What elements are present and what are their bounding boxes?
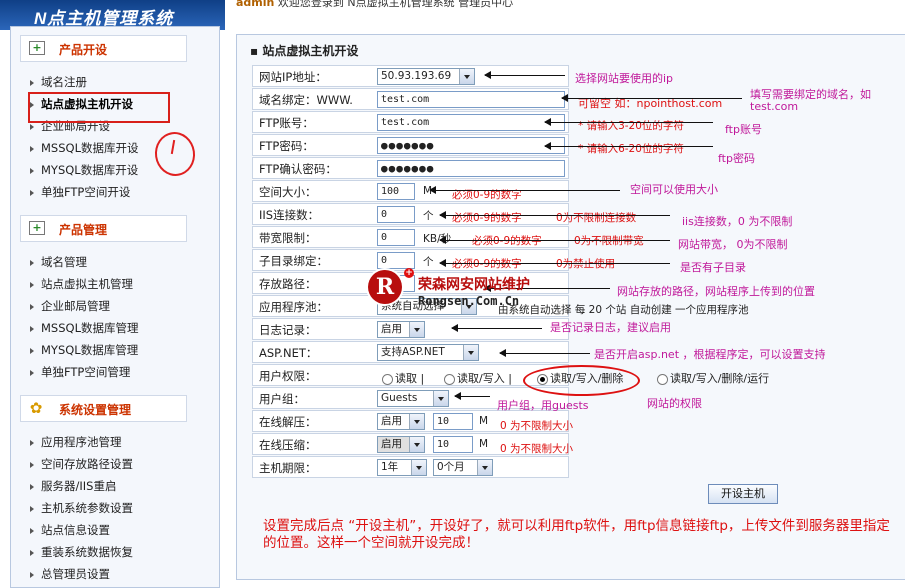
annotation-permission: 网站的权限 [647, 397, 702, 410]
row-ftp-account: FTP账号： test.com [252, 111, 569, 133]
sidebar-item-mssql-manage[interactable]: MSSQL数据库管理 [30, 319, 138, 337]
arrow [544, 142, 713, 150]
space-input[interactable]: 100 [377, 183, 415, 200]
user-group-select[interactable]: Guests [377, 390, 449, 407]
aspnet-select[interactable]: 支持ASP.NET [377, 344, 479, 361]
row-ip: 网站IP地址： 50.93.193.69 [252, 65, 569, 87]
annotation-aspnet: 是否开启asp.net ，根据程序定，可以设置支持 [594, 348, 826, 361]
pool-hint: 由系统自动选择 每 20 个站 自动创建 一个应用程序池 [498, 304, 749, 316]
highlight-box [28, 92, 170, 123]
section-product-manage: + 产品管理 [20, 215, 187, 242]
row-domain: 域名绑定：WWW. test.com [252, 88, 569, 110]
row-ftp-password-confirm: FTP确认密码： ●●●●●●● [252, 157, 569, 179]
zip-hint: 0 为不限制大小 [500, 443, 574, 455]
arrow [544, 118, 713, 126]
unzip-select[interactable]: 启用 [377, 413, 425, 430]
annotation-subdir: 是否有子目录 [680, 261, 746, 274]
row-aspnet: ASP.NET： 支持ASP.NET [252, 341, 569, 363]
period-month-select[interactable]: 0个月 [433, 459, 493, 476]
iis-hint2: 0为不限制连接数 [556, 212, 637, 224]
arrow [429, 186, 620, 194]
unzip-hint: 0 为不限制大小 [500, 420, 574, 432]
domain-input[interactable]: test.com [377, 91, 565, 108]
section-system-settings: ✿ 系统设置管理 [20, 395, 187, 422]
sidebar-item-admin[interactable]: 总管理员设置 [30, 565, 110, 583]
iis-input[interactable]: 0 [377, 206, 415, 223]
perm-full[interactable]: 读取/写入/删除/运行 [657, 370, 769, 386]
ftp-password-input[interactable]: ●●●●●●● [377, 137, 565, 154]
radio-icon [444, 373, 455, 385]
sidebar-item-mysql-manage[interactable]: MYSQL数据库管理 [30, 341, 138, 359]
watermark-logo: R [368, 270, 402, 304]
sidebar-item-vhost-manage[interactable]: 站点虚拟主机管理 [30, 275, 133, 293]
sidebar-item-ftp-manage[interactable]: 单独FTP空间管理 [30, 363, 130, 381]
plus-icon: + [404, 268, 414, 278]
sidebar-item-domain-register[interactable]: 域名注册 [30, 73, 87, 91]
zip-select[interactable]: 启用 [377, 436, 425, 453]
ftppwd-hint: * 请输入6-20位的字符 [578, 143, 684, 155]
sidebar-item-host-params[interactable]: 主机系统参数设置 [30, 499, 133, 517]
iis-hint1: 必须0-9的数字 [452, 212, 522, 224]
sidebar-item-mssql-create[interactable]: MSSQL数据库开设 [30, 139, 138, 157]
annotation-space: 空间可以使用大小 [630, 183, 718, 196]
perm-read-write[interactable]: 读取/写入 | [444, 370, 512, 386]
perm-highlight-ellipse [523, 365, 640, 396]
row-ftp-password: FTP密码： ●●●●●●● [252, 134, 569, 156]
arrow [451, 324, 542, 332]
radio-icon [657, 373, 668, 385]
bottom-annotation: 设置完成后点 “开设主机”，开设好了，就可以利用ftp软件，用ftp信息链接ft… [263, 518, 890, 551]
log-select[interactable]: 启用 [377, 321, 425, 338]
username: admin [236, 0, 275, 9]
zip-size-input[interactable]: 10 [433, 436, 473, 453]
sidebar-item-ftp-create[interactable]: 单独FTP空间开设 [30, 183, 130, 201]
add-page-icon: + [29, 41, 45, 55]
arrow [499, 349, 590, 357]
annotation-group: 用户组，用guests [497, 399, 589, 412]
sidebar-item-domain-manage[interactable]: 域名管理 [30, 253, 87, 271]
sidebar-item-mail-manage[interactable]: 企业邮局管理 [30, 297, 110, 315]
ftp-hint: * 请输入3-20位的字符 [578, 120, 684, 132]
radio-icon [382, 373, 393, 385]
ip-select[interactable]: 50.93.193.69 [377, 68, 475, 85]
sidebar-item-apppool[interactable]: 应用程序池管理 [30, 433, 122, 451]
annotation-log: 是否记录日志，建议启用 [550, 321, 671, 334]
annotation-ftppwd: ftp密码 [718, 152, 755, 165]
arrow [439, 236, 670, 244]
arrow [439, 211, 670, 219]
annotation-iis: iis连接数，0 为不限制 [682, 215, 793, 228]
sidebar-item-mysql-create[interactable]: MYSQL数据库开设 [30, 161, 138, 179]
arrow [561, 94, 742, 102]
row-log: 日志记录： 启用 [252, 318, 569, 340]
row-period: 主机期限： 1年 0个月 [252, 456, 569, 478]
annotation-domain: 填写需要绑定的域名，如test.com [750, 88, 871, 113]
welcome-text: admin 欢迎您登录到 N点虚拟主机管理系统 管理员中心 [236, 0, 513, 10]
section-product-create: + 产品开设 [20, 35, 187, 62]
add-page-icon: + [29, 221, 45, 235]
perm-read[interactable]: 读取 | [382, 370, 424, 386]
subdir-input[interactable]: 0 [377, 252, 415, 269]
annotation-bandwidth: 网站带宽， 0为不限制 [678, 238, 788, 251]
unzip-size-input[interactable]: 10 [433, 413, 473, 430]
arrow [454, 392, 490, 400]
sidebar-item-server-restart[interactable]: 服务器/IIS重启 [30, 477, 116, 495]
sidebar-item-storage-path[interactable]: 空间存放路径设置 [30, 455, 133, 473]
create-host-button[interactable]: 开设主机 [708, 484, 778, 504]
panel-title: ▪ 站点虚拟主机开设 [250, 44, 359, 58]
sidebar-item-site-info[interactable]: 站点信息设置 [30, 521, 110, 539]
period-year-select[interactable]: 1年 [377, 459, 427, 476]
gear-icon: ✿ [29, 399, 43, 417]
ftp-account-input[interactable]: test.com [377, 114, 565, 131]
sidebar-item-reinstall[interactable]: 重装系统数据恢复 [30, 543, 133, 561]
arrow [484, 71, 565, 79]
annotation-ip: 选择网站要使用的ip [575, 72, 674, 85]
annotation-ftp: ftp账号 [725, 123, 762, 136]
annotation-path: 网站存放的路径，网站程序上传到的位置 [617, 285, 815, 298]
ftp-password-confirm-input[interactable]: ●●●●●●● [377, 160, 565, 177]
bandwidth-input[interactable]: 0 [377, 229, 415, 246]
arrow [439, 259, 670, 267]
